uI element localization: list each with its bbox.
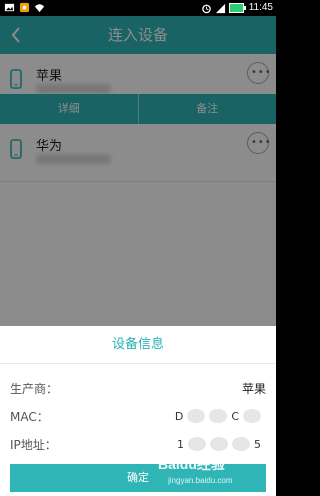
ip-value-end: 5 (254, 437, 261, 451)
mask-blob (188, 437, 206, 451)
ip-value-masked: 1 5 (177, 437, 261, 451)
manufacturer-label: 生产商： (10, 382, 59, 396)
mask-blob (232, 437, 250, 451)
ip-label: IP地址： (10, 438, 57, 452)
mask-blob (187, 409, 206, 423)
status-right-icons: 11:45 (201, 1, 273, 15)
mac-value-end: C (231, 409, 239, 423)
battery-icon (228, 3, 246, 13)
mac-value-masked: D C (175, 409, 261, 423)
status-bar: 11:45 (0, 0, 276, 16)
mask-blob (209, 409, 228, 423)
app-screen: 连入设备 苹果 ••• 详细 备注 华为 ••• 设备信息 生产商： 苹果 MA… (0, 16, 276, 496)
watermark-url: jingyan.baidu.com (168, 476, 233, 485)
mask-blob (243, 409, 261, 423)
dialog-title: 设备信息 (0, 326, 276, 364)
manufacturer-row: 生产商： 苹果 (0, 374, 276, 400)
wifi-icon (34, 4, 45, 13)
alarm-icon (201, 4, 211, 13)
mask-blob (210, 437, 228, 451)
mac-row: MAC： D C (0, 402, 276, 428)
ip-row: IP地址： 1 5 (0, 430, 276, 456)
status-time: 11:45 (248, 2, 273, 13)
notification-icon (19, 2, 30, 13)
image-icon (4, 3, 15, 12)
watermark-logo: Baidu经验 (158, 456, 225, 472)
status-left-icons (4, 2, 45, 13)
mac-value-start: D (174, 409, 184, 423)
ip-value-start: 1 (177, 437, 184, 451)
manufacturer-value: 苹果 (241, 382, 266, 396)
signal-icon (215, 3, 225, 13)
mac-label: MAC： (10, 410, 49, 424)
